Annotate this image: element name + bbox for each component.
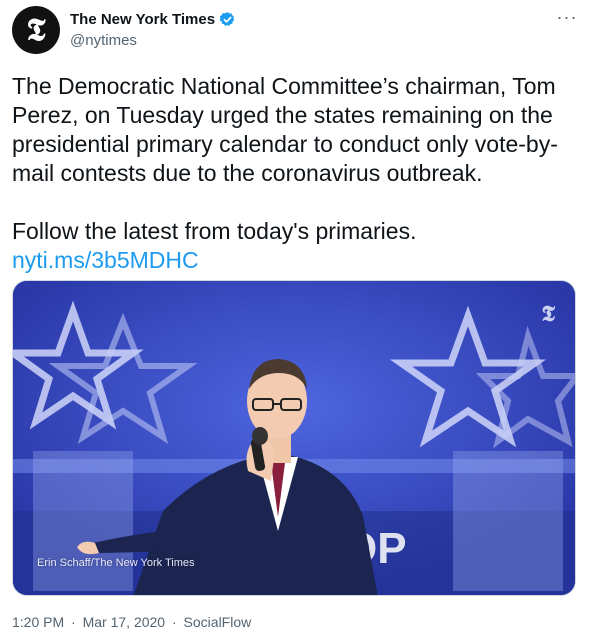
tweet-paragraph-1: The Democratic National Committee’s chai…: [12, 73, 558, 186]
photo-credit: Erin Schaff/The New York Times: [37, 557, 195, 569]
nyt-logo-icon[interactable]: 𝕿: [12, 6, 60, 54]
tweet-link[interactable]: nyti.ms/3b5MDHC: [12, 247, 199, 273]
nyt-watermark-icon: 𝕿: [541, 301, 555, 327]
tweet-text: The Democratic National Committee’s chai…: [12, 72, 572, 275]
tweet-source[interactable]: SocialFlow: [184, 614, 252, 630]
photo-scene: OP: [13, 281, 575, 595]
tweet-time[interactable]: 1:20 PM: [12, 614, 64, 630]
tweet-date[interactable]: Mar 17, 2020: [83, 614, 166, 630]
more-options-icon[interactable]: ···: [556, 8, 578, 30]
author-handle[interactable]: @nytimes: [70, 32, 137, 49]
tweet-metadata: 1:20 PM · Mar 17, 2020 · SocialFlow: [12, 614, 251, 630]
meta-separator: ·: [71, 614, 76, 630]
verified-badge-icon: [219, 12, 235, 26]
tweet-photo[interactable]: OP 𝕿 Erin Schaff/The New York Times: [12, 280, 576, 596]
tweet-paragraph-2: Follow the latest from today's primaries…: [12, 218, 417, 244]
author-display-name[interactable]: The New York Times: [70, 11, 215, 28]
author-name-row[interactable]: The New York Times: [70, 11, 236, 28]
avatar-glyph: 𝕿: [26, 11, 46, 48]
meta-separator: ·: [171, 614, 177, 630]
